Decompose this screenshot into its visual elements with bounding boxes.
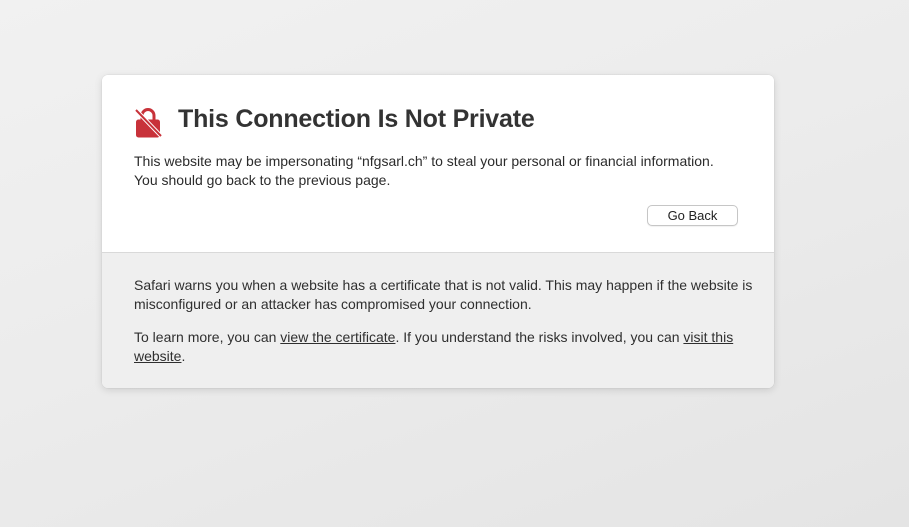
warning-message-line1: This website may be impersonating “nfgsa… [134, 153, 714, 169]
learn-more-paragraph: To learn more, you can view the certific… [134, 328, 754, 366]
page-title: This Connection Is Not Private [178, 105, 535, 133]
details-explanation: Safari warns you when a website has a ce… [134, 277, 753, 312]
warning-header-section: This Connection Is Not Private This webs… [102, 75, 774, 252]
warning-message: This website may be impersonating “nfgsa… [134, 152, 754, 190]
view-certificate-link[interactable]: view the certificate [280, 329, 395, 345]
details-section: Safari warns you when a website has a ce… [102, 253, 774, 388]
go-back-button[interactable]: Go Back [647, 205, 738, 226]
learn-more-suffix: . [181, 348, 186, 364]
broken-lock-icon [134, 108, 163, 138]
warning-message-line2: You should go back to the previous page. [134, 172, 391, 188]
warning-card: This Connection Is Not Private This webs… [102, 75, 774, 388]
learn-more-middle: . If you understand the risks involved, … [395, 329, 684, 345]
learn-more-prefix: To learn more, you can [134, 329, 281, 345]
